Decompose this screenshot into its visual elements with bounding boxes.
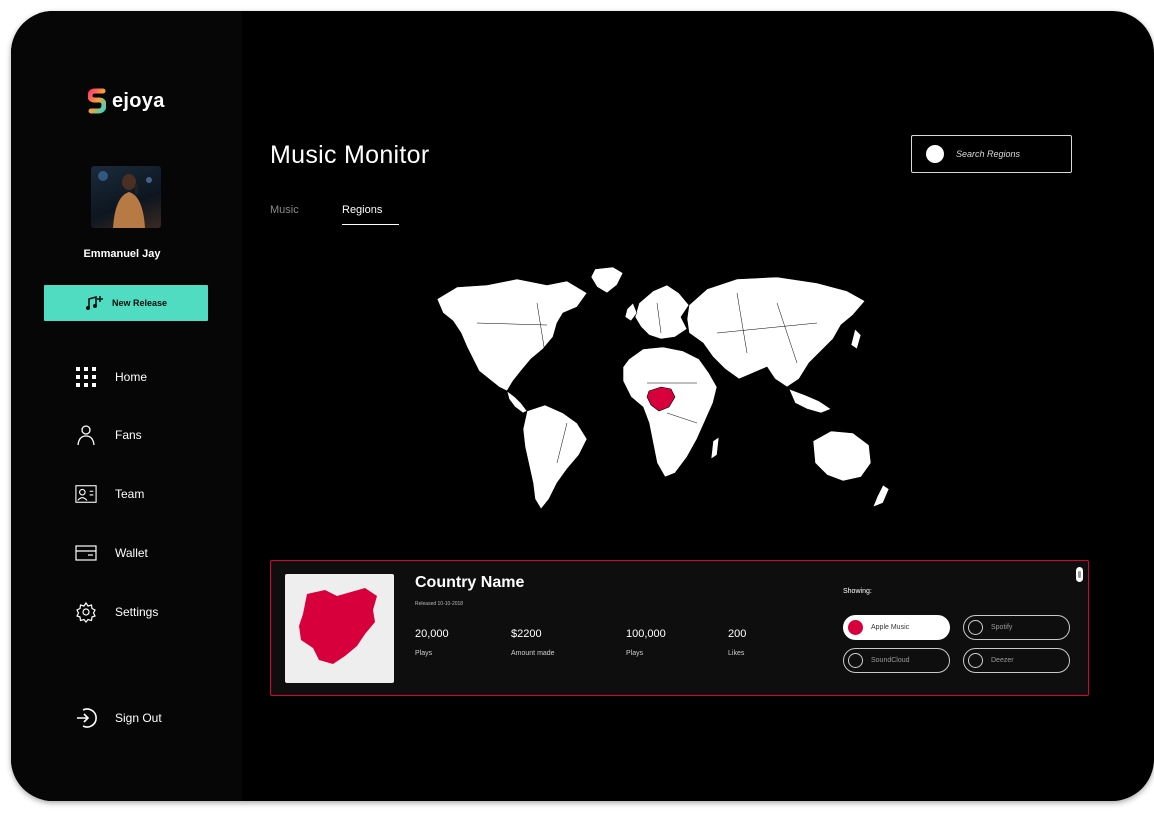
stat-value: $2200 bbox=[511, 628, 542, 640]
radio-empty-icon bbox=[968, 653, 983, 668]
stat-plays-total: 100,000 Plays bbox=[626, 628, 666, 657]
country-name: Country Name bbox=[415, 574, 525, 591]
platform-toggle-soundcloud[interactable]: SoundCloud bbox=[843, 648, 950, 673]
platform-toggle-spotify[interactable]: Spotify bbox=[963, 615, 1070, 640]
sign-out-icon bbox=[75, 707, 97, 729]
stat-value: 200 bbox=[728, 628, 747, 640]
radio-empty-icon bbox=[848, 653, 863, 668]
ejoya-logo-icon bbox=[88, 88, 106, 114]
stat-label: Likes bbox=[728, 650, 745, 657]
sidebar-item-label: Home bbox=[115, 370, 148, 384]
search-icon bbox=[926, 145, 944, 163]
person-icon bbox=[75, 424, 97, 446]
platform-label: Apple Music bbox=[871, 624, 910, 631]
sidebar-item-home[interactable]: Home bbox=[75, 366, 147, 388]
sidebar-item-label: Fans bbox=[115, 428, 142, 442]
stat-likes: 200 Likes bbox=[728, 628, 746, 657]
map-europe bbox=[634, 284, 690, 340]
stat-label: Plays bbox=[626, 650, 644, 657]
map-north-america bbox=[436, 278, 588, 392]
map-uk bbox=[624, 302, 638, 322]
tab-regions[interactable]: Regions bbox=[342, 204, 399, 225]
brand-logo[interactable]: ejoya bbox=[88, 88, 165, 114]
stat-label: Plays bbox=[415, 650, 433, 657]
stat-amount-made: $2200 Amount made bbox=[511, 628, 555, 657]
release-date: Released 10-10-2018 bbox=[415, 601, 464, 607]
music-note-plus-icon bbox=[85, 295, 103, 310]
gear-icon bbox=[75, 601, 97, 623]
map-southeast-asia bbox=[788, 388, 832, 414]
sidebar-item-wallet[interactable]: Wallet bbox=[75, 542, 148, 564]
sign-out-button[interactable]: Sign Out bbox=[75, 707, 162, 729]
sidebar-item-label: Team bbox=[115, 487, 145, 501]
radio-selected-icon bbox=[848, 620, 863, 635]
new-release-button[interactable]: New Release bbox=[44, 285, 208, 321]
main-content: Music Monitor Music Regions bbox=[242, 11, 1154, 801]
sidebar: ejoya Emmanuel Jay New Release Home Fans… bbox=[11, 11, 242, 801]
country-shape-thumbnail bbox=[285, 574, 394, 683]
user-name: Emmanuel Jay bbox=[83, 248, 161, 260]
sidebar-item-label: Wallet bbox=[115, 546, 148, 560]
map-australia bbox=[812, 430, 872, 482]
showing-label: Showing: bbox=[843, 588, 872, 595]
map-greenland bbox=[590, 266, 624, 294]
map-africa bbox=[622, 346, 718, 478]
map-new-zealand bbox=[872, 484, 890, 508]
page-title: Music Monitor bbox=[270, 141, 430, 169]
tab-music[interactable]: Music bbox=[270, 204, 299, 224]
card-scrollbar[interactable] bbox=[1076, 567, 1083, 582]
world-map[interactable] bbox=[417, 263, 927, 513]
stat-value: 100,000 bbox=[626, 628, 666, 640]
app-window: ejoya Emmanuel Jay New Release Home Fans… bbox=[11, 11, 1154, 801]
platform-label: Spotify bbox=[991, 624, 1013, 631]
map-japan bbox=[850, 328, 862, 350]
wallet-icon bbox=[75, 542, 97, 564]
platform-toggle-apple-music[interactable]: Apple Music bbox=[843, 615, 950, 640]
sidebar-item-fans[interactable]: Fans bbox=[75, 424, 142, 446]
brand-name: ejoya bbox=[112, 89, 165, 112]
avatar[interactable] bbox=[91, 166, 161, 228]
search-input[interactable] bbox=[956, 149, 1066, 159]
sidebar-item-label: Settings bbox=[115, 605, 159, 619]
sign-out-label: Sign Out bbox=[115, 711, 162, 725]
grid-icon bbox=[75, 366, 97, 388]
stat-value: 20,000 bbox=[415, 628, 449, 640]
stat-label: Amount made bbox=[511, 650, 555, 657]
stat-plays: 20,000 Plays bbox=[415, 628, 449, 657]
search-field[interactable] bbox=[911, 135, 1072, 173]
platform-label: SoundCloud bbox=[871, 657, 910, 664]
map-madagascar bbox=[710, 436, 720, 460]
artist-photo bbox=[98, 171, 152, 228]
sidebar-item-settings[interactable]: Settings bbox=[75, 601, 158, 623]
sidebar-item-team[interactable]: Team bbox=[75, 483, 144, 505]
map-central-america bbox=[506, 390, 528, 414]
country-details-card: Country Name Released 10-10-2018 20,000 … bbox=[270, 560, 1089, 696]
country-shape bbox=[299, 588, 377, 664]
map-asia bbox=[686, 276, 866, 388]
platform-toggle-deezer[interactable]: Deezer bbox=[963, 648, 1070, 673]
new-release-label: New Release bbox=[111, 298, 168, 308]
platform-label: Deezer bbox=[991, 657, 1014, 664]
id-card-icon bbox=[75, 483, 97, 505]
map-south-america bbox=[522, 404, 588, 510]
radio-empty-icon bbox=[968, 620, 983, 635]
